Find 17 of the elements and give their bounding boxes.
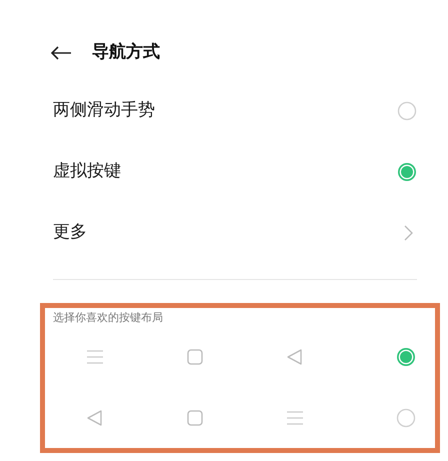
section-label: 选择你喜欢的按键布局: [53, 310, 164, 326]
menu-icon: [286, 410, 304, 426]
radio-icon[interactable]: [396, 408, 416, 428]
chevron-right-icon[interactable]: [404, 224, 413, 240]
triangle-icon: [286, 349, 304, 365]
square-icon: [186, 410, 204, 426]
back-arrow-icon[interactable]: [50, 45, 72, 61]
option-label[interactable]: 虚拟按键: [53, 158, 121, 184]
radio-icon[interactable]: [397, 100, 417, 120]
square-icon: [186, 349, 204, 365]
option-label[interactable]: 更多: [53, 220, 87, 246]
triangle-icon: [86, 410, 104, 426]
page-title: 导航方式: [92, 41, 160, 64]
radio-selected-icon[interactable]: [396, 347, 416, 367]
option-label[interactable]: 两侧滑动手势: [53, 98, 155, 124]
radio-selected-icon[interactable]: [397, 162, 417, 182]
menu-icon: [86, 349, 104, 365]
